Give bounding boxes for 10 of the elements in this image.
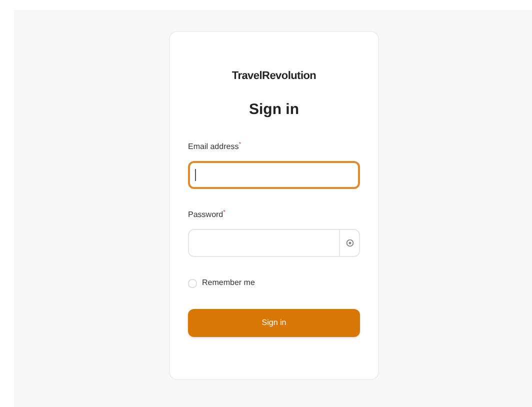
remember-checkbox[interactable]	[188, 278, 197, 288]
remember-label: Remember me	[202, 277, 255, 289]
password-field[interactable]	[188, 229, 360, 257]
field-label: Email address$^{*}$	[188, 141, 242, 153]
sign-in-button[interactable]: Sign in	[188, 309, 360, 337]
eye-icon[interactable]	[346, 239, 354, 247]
field-label: Password$^{*}$	[188, 209, 226, 221]
email-field[interactable]	[188, 161, 360, 189]
page-heading: Sign in	[248, 100, 300, 120]
brand-name: TravelRevolution	[230, 69, 318, 84]
